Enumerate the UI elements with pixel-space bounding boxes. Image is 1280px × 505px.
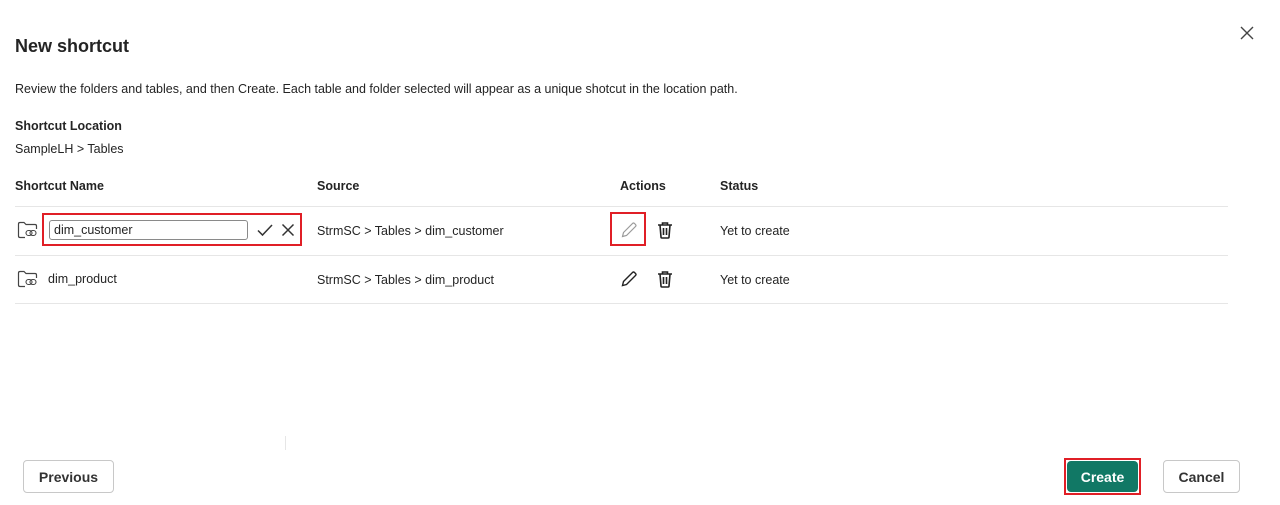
- dialog-title: New shortcut: [15, 36, 130, 56]
- cancel-button[interactable]: Cancel: [1163, 460, 1240, 493]
- column-header-shortcut-name: Shortcut Name: [15, 179, 104, 193]
- rename-field-highlight: [42, 213, 302, 246]
- dialog-description: Review the folders and tables, and then …: [15, 82, 738, 96]
- cancel-rename-button[interactable]: [280, 222, 296, 238]
- confirm-rename-button[interactable]: [256, 222, 274, 238]
- pencil-icon: [621, 222, 637, 238]
- folder-link-icon: [17, 270, 38, 288]
- column-header-source: Source: [317, 179, 360, 193]
- edit-button[interactable]: [619, 269, 639, 289]
- close-icon: [281, 223, 295, 237]
- edit-button[interactable]: [619, 220, 639, 240]
- row-divider: [15, 255, 1228, 256]
- row-divider: [15, 303, 1228, 304]
- delete-button[interactable]: [655, 220, 675, 240]
- new-shortcut-dialog: New shortcut Review the folders and tabl…: [0, 0, 1280, 505]
- close-icon: [1240, 26, 1254, 40]
- shortcut-location-path: SampleLH > Tables: [15, 142, 124, 156]
- shortcut-name-input[interactable]: [49, 220, 248, 240]
- previous-button[interactable]: Previous: [23, 460, 114, 493]
- create-button[interactable]: Create: [1067, 461, 1138, 492]
- status-cell: Yet to create: [720, 273, 790, 287]
- column-header-actions: Actions: [620, 179, 666, 193]
- trash-icon: [658, 271, 672, 288]
- close-button[interactable]: [1236, 22, 1258, 44]
- header-divider: [15, 206, 1228, 207]
- trash-icon: [658, 222, 672, 239]
- divider: [285, 436, 286, 450]
- shortcut-location-label: Shortcut Location: [15, 119, 122, 133]
- delete-button[interactable]: [655, 269, 675, 289]
- column-header-status: Status: [720, 179, 759, 193]
- checkmark-icon: [257, 224, 273, 237]
- status-cell: Yet to create: [720, 224, 790, 238]
- shortcut-name-cell: dim_product: [48, 272, 117, 286]
- source-cell: StrmSC > Tables > dim_customer: [317, 224, 504, 238]
- pencil-icon: [621, 271, 637, 287]
- source-cell: StrmSC > Tables > dim_product: [317, 273, 494, 287]
- folder-link-icon: [17, 221, 38, 239]
